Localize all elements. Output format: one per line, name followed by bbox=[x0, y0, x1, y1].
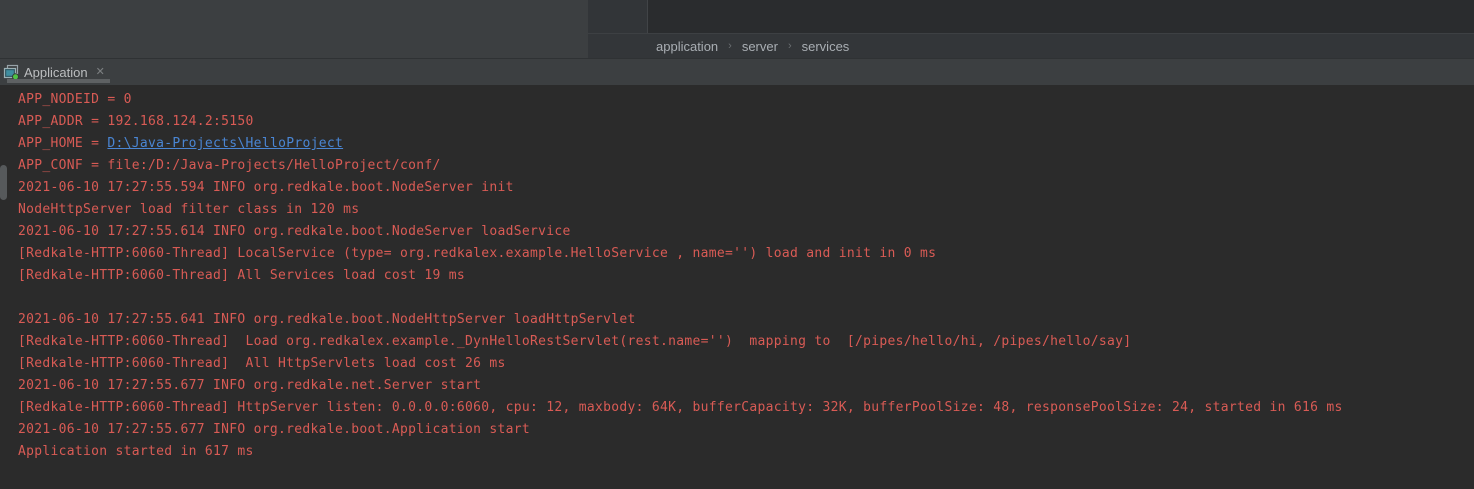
console-text: [Redkale-HTTP:6060-Thread] Load org.redk… bbox=[18, 334, 1131, 349]
console-line: APP_ADDR = 192.168.124.2:5150 bbox=[18, 111, 1474, 133]
console-line: [Redkale-HTTP:6060-Thread] LocalService … bbox=[18, 243, 1474, 265]
breadcrumb-separator-icon: › bbox=[728, 40, 732, 52]
console-line: Application started in 617 ms bbox=[18, 441, 1474, 463]
console-text: [Redkale-HTTP:6060-Thread] All HttpServl… bbox=[18, 356, 506, 371]
console-text: [Redkale-HTTP:6060-Thread] LocalService … bbox=[18, 246, 936, 261]
console-line: 2021-06-10 17:27:55.677 INFO org.redkale… bbox=[18, 419, 1474, 441]
console-text: 2021-06-10 17:27:55.677 INFO org.redkale… bbox=[18, 378, 481, 393]
console-line: [Redkale-HTTP:6060-Thread] Load org.redk… bbox=[18, 331, 1474, 353]
editor-gutter bbox=[588, 0, 648, 33]
console-line: [Redkale-HTTP:6060-Thread] All Services … bbox=[18, 265, 1474, 287]
console-text: 2021-06-10 17:27:55.677 INFO org.redkale… bbox=[18, 422, 530, 437]
console-line: APP_CONF = file:/D:/Java-Projects/HelloP… bbox=[18, 155, 1474, 177]
breadcrumb-item-services[interactable]: services bbox=[802, 39, 850, 54]
console-scrollbar-thumb[interactable] bbox=[0, 165, 7, 200]
tab-label: Application bbox=[24, 65, 88, 80]
console-line: 2021-06-10 17:27:55.594 INFO org.redkale… bbox=[18, 177, 1474, 199]
breadcrumb-item-application[interactable]: application bbox=[656, 39, 718, 54]
console-text: 2021-06-10 17:27:55.614 INFO org.redkale… bbox=[18, 224, 571, 239]
console-text: APP_NODEID = 0 bbox=[18, 92, 132, 107]
breadcrumb-separator-icon: › bbox=[788, 40, 792, 52]
console-line: [Redkale-HTTP:6060-Thread] All HttpServl… bbox=[18, 353, 1474, 375]
console-line: APP_HOME = D:\Java-Projects\HelloProject bbox=[18, 133, 1474, 155]
editor-area bbox=[588, 0, 1474, 33]
console-line: 2021-06-10 17:27:55.677 INFO org.redkale… bbox=[18, 375, 1474, 397]
breadcrumb: application › server › services bbox=[588, 33, 1474, 58]
console-text: APP_CONF = file:/D:/Java-Projects/HelloP… bbox=[18, 158, 441, 173]
run-tab-bar: Application ✕ bbox=[0, 58, 1474, 85]
run-console-icon bbox=[3, 64, 19, 80]
console-text: [Redkale-HTTP:6060-Thread] All Services … bbox=[18, 268, 465, 283]
console-line: APP_NODEID = 0 bbox=[18, 89, 1474, 111]
console-output: APP_NODEID = 0 APP_ADDR = 192.168.124.2:5… bbox=[0, 85, 1474, 489]
console-file-link[interactable]: D:\Java-Projects\HelloProject bbox=[107, 136, 343, 151]
breadcrumb-item-server[interactable]: server bbox=[742, 39, 778, 54]
console-line: [Redkale-HTTP:6060-Thread] HttpServer li… bbox=[18, 397, 1474, 419]
console-text: NodeHttpServer load filter class in 120 … bbox=[18, 202, 359, 217]
active-tab-underline bbox=[7, 79, 110, 83]
left-panel bbox=[0, 0, 588, 58]
console-text: APP_HOME = bbox=[18, 136, 107, 151]
console-text: APP_ADDR = 192.168.124.2:5150 bbox=[18, 114, 254, 129]
console-line: 2021-06-10 17:27:55.614 INFO org.redkale… bbox=[18, 221, 1474, 243]
console-text: [Redkale-HTTP:6060-Thread] HttpServer li… bbox=[18, 400, 1343, 415]
console-text: 2021-06-10 17:27:55.594 INFO org.redkale… bbox=[18, 180, 514, 195]
console-text: 2021-06-10 17:27:55.641 INFO org.redkale… bbox=[18, 312, 636, 327]
console-line: NodeHttpServer load filter class in 120 … bbox=[18, 199, 1474, 221]
console-line: 2021-06-10 17:27:55.641 INFO org.redkale… bbox=[18, 309, 1474, 331]
console-text: Application started in 617 ms bbox=[18, 444, 254, 459]
ide-run-tool-window: application › server › services Application … bbox=[0, 0, 1474, 489]
console-line bbox=[18, 287, 1474, 309]
top-area: application › server › services bbox=[0, 0, 1474, 58]
close-icon[interactable]: ✕ bbox=[96, 67, 105, 78]
